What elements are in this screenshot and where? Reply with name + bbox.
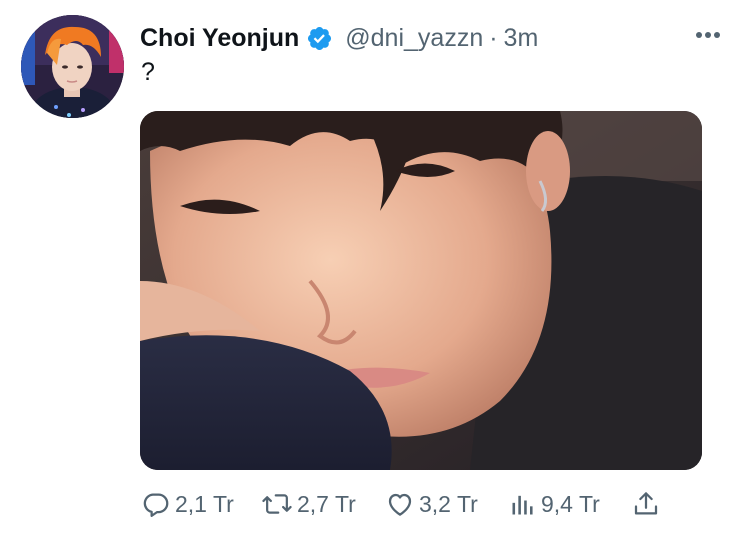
retweet-count: 2,7 Tr [297, 490, 356, 517]
author-display-name[interactable]: Choi Yeonjun [140, 24, 299, 53]
views-button[interactable]: 9,4 Tr [509, 484, 600, 524]
tweet-text: ? [141, 58, 155, 86]
tweet-photo[interactable] [140, 111, 702, 470]
reply-count: 2,1 Tr [175, 490, 234, 517]
heart-icon [385, 489, 415, 519]
share-icon [631, 489, 661, 519]
share-button[interactable] [631, 484, 661, 524]
tweet-timestamp[interactable]: 3m [504, 24, 539, 53]
views-icon [509, 489, 537, 519]
verified-badge-icon [306, 25, 333, 52]
like-count: 3,2 Tr [419, 490, 478, 517]
reply-button[interactable]: 2,1 Tr [141, 484, 234, 524]
tweet-header: Choi Yeonjun @dni_yazzn · 3m [140, 20, 538, 56]
avatar-image [21, 15, 124, 118]
photo-image [140, 111, 702, 470]
retweet-button[interactable]: 2,7 Tr [261, 484, 356, 524]
reply-icon [141, 489, 171, 519]
tweet-actions: 2,1 Tr 2,7 Tr 3,2 Tr 9,4 Tr [141, 484, 681, 524]
views-count: 9,4 Tr [541, 490, 600, 517]
author-handle[interactable]: @dni_yazzn [345, 24, 483, 53]
tweet-card: Choi Yeonjun @dni_yazzn · 3m ? 2,1 Tr 2,… [0, 0, 750, 533]
avatar[interactable] [21, 15, 124, 118]
header-separator: · [489, 23, 498, 52]
like-button[interactable]: 3,2 Tr [385, 484, 478, 524]
retweet-icon [261, 489, 293, 519]
more-dots-icon [696, 32, 720, 38]
more-options-button[interactable] [690, 22, 726, 48]
